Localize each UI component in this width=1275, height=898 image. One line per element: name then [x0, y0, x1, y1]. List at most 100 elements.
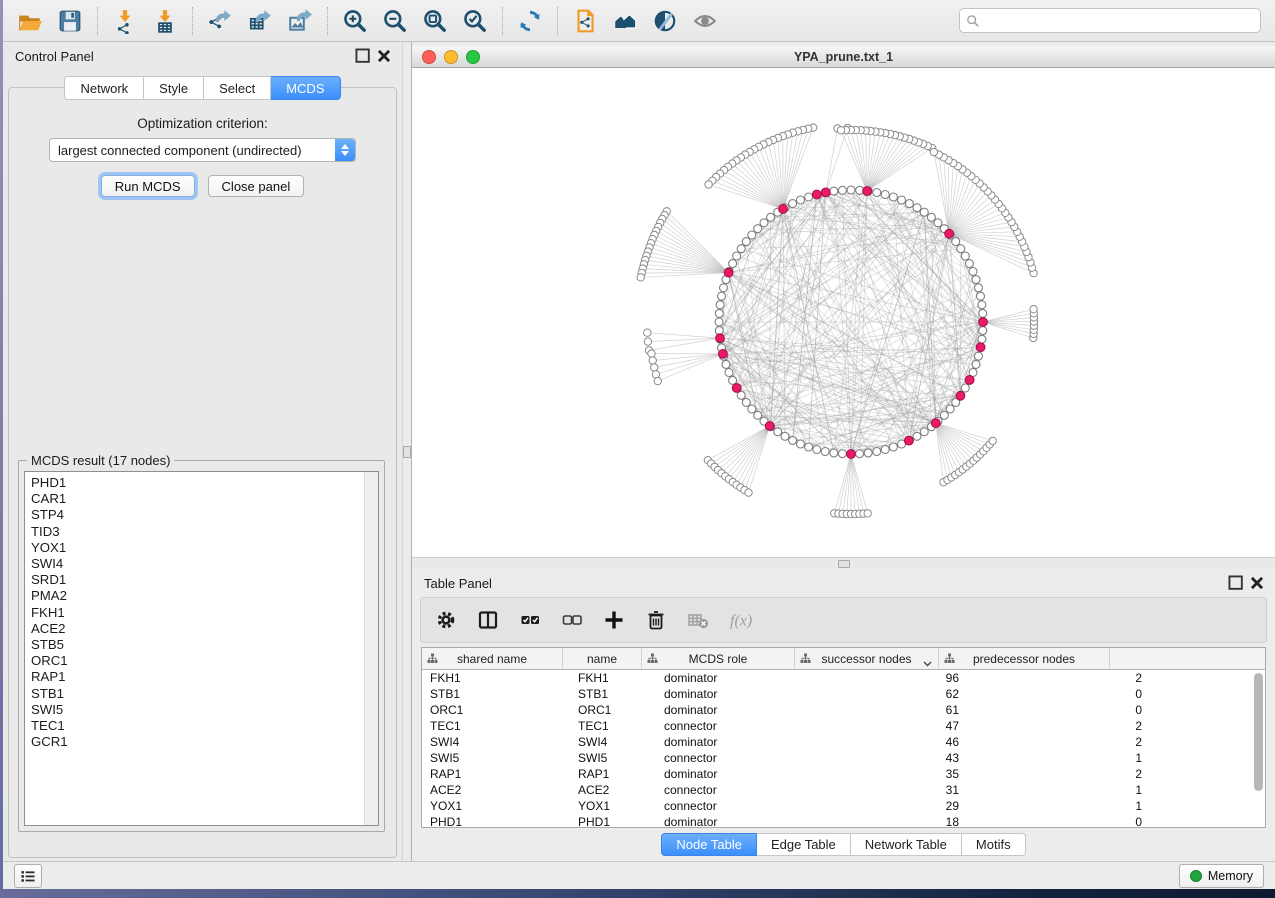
export-image-button[interactable]: [283, 5, 317, 37]
table-cell[interactable]: ORC1: [570, 703, 656, 717]
show-columns-button[interactable]: [475, 607, 501, 633]
table-cell[interactable]: connector: [656, 719, 816, 733]
zoom-fit-button[interactable]: [418, 5, 452, 37]
table-cell[interactable]: dominator: [656, 687, 816, 701]
tab-mcds[interactable]: MCDS: [271, 76, 340, 100]
result-list-item[interactable]: ORC1: [31, 653, 378, 669]
table-cell[interactable]: connector: [656, 751, 816, 765]
result-list-item[interactable]: SWI5: [31, 702, 378, 718]
export-table-button[interactable]: [243, 5, 277, 37]
table-cell[interactable]: dominator: [656, 815, 816, 828]
first-neighbors-button[interactable]: [608, 5, 642, 37]
table-row[interactable]: SWI5SWI5connector431: [422, 750, 1265, 766]
add-row-button[interactable]: [601, 607, 627, 633]
deselect-all-button[interactable]: [559, 607, 585, 633]
search-input[interactable]: [985, 13, 1254, 29]
result-list-item[interactable]: YOX1: [31, 540, 378, 556]
select-all-button[interactable]: [517, 607, 543, 633]
result-list-item[interactable]: PHD1: [31, 475, 378, 491]
result-list-item[interactable]: ACE2: [31, 621, 378, 637]
table-cell[interactable]: 2: [972, 767, 1155, 781]
tab-node-table[interactable]: Node Table: [661, 833, 757, 856]
table-cell[interactable]: FKH1: [422, 671, 570, 685]
close-panel-icon[interactable]: [1249, 575, 1265, 591]
table-cell[interactable]: SWI5: [422, 751, 570, 765]
table-cell[interactable]: 1: [972, 751, 1155, 765]
run-mcds-button[interactable]: Run MCDS: [101, 175, 195, 197]
table-cell[interactable]: FKH1: [570, 671, 656, 685]
table-cell[interactable]: 47: [816, 719, 972, 733]
horizontal-splitter[interactable]: [412, 557, 1275, 569]
table-cell[interactable]: 2: [972, 719, 1155, 733]
column-header-name[interactable]: name: [563, 648, 642, 669]
table-row[interactable]: PHD1PHD1dominator180: [422, 814, 1265, 828]
result-list-item[interactable]: TID3: [31, 524, 378, 540]
table-cell[interactable]: STB1: [570, 687, 656, 701]
table-scrollbar-thumb[interactable]: [1254, 673, 1263, 791]
search-box[interactable]: [959, 8, 1261, 33]
memory-button[interactable]: Memory: [1179, 864, 1264, 888]
table-cell[interactable]: PHD1: [422, 815, 570, 828]
tab-style[interactable]: Style: [144, 76, 204, 100]
table-cell[interactable]: 1: [972, 783, 1155, 797]
refresh-button[interactable]: [513, 5, 547, 37]
network-titlebar[interactable]: YPA_prune.txt_1: [412, 46, 1275, 68]
table-cell[interactable]: 0: [972, 815, 1155, 828]
splitter-grip-icon[interactable]: [403, 446, 411, 458]
import-network-button[interactable]: [108, 5, 142, 37]
table-cell[interactable]: RAP1: [570, 767, 656, 781]
splitter-grip-icon[interactable]: [838, 560, 850, 568]
table-cell[interactable]: 29: [816, 799, 972, 813]
result-list-item[interactable]: SRD1: [31, 572, 378, 588]
result-list-item[interactable]: SWI4: [31, 556, 378, 572]
table-cell[interactable]: 1: [972, 799, 1155, 813]
delete-row-button[interactable]: [643, 607, 669, 633]
table-cell[interactable]: TEC1: [570, 719, 656, 733]
table-row[interactable]: ORC1ORC1dominator610: [422, 702, 1265, 718]
table-cell[interactable]: 61: [816, 703, 972, 717]
table-cell[interactable]: 35: [816, 767, 972, 781]
table-row[interactable]: FKH1FKH1dominator962: [422, 670, 1265, 686]
close-panel-icon[interactable]: [376, 48, 392, 64]
new-network-from-selection-button[interactable]: [568, 5, 602, 37]
zoom-selected-button[interactable]: [458, 5, 492, 37]
table-cell[interactable]: YOX1: [570, 799, 656, 813]
result-list-item[interactable]: FKH1: [31, 605, 378, 621]
table-cell[interactable]: RAP1: [422, 767, 570, 781]
table-row[interactable]: ACE2ACE2connector311: [422, 782, 1265, 798]
table-cell[interactable]: ORC1: [422, 703, 570, 717]
save-session-button[interactable]: [53, 5, 87, 37]
table-cell[interactable]: 0: [972, 687, 1155, 701]
result-list-item[interactable]: PMA2: [31, 588, 378, 604]
open-file-button[interactable]: [13, 5, 47, 37]
table-cell[interactable]: dominator: [656, 767, 816, 781]
table-cell[interactable]: 46: [816, 735, 972, 749]
table-cell[interactable]: SWI5: [570, 751, 656, 765]
result-list-item[interactable]: RAP1: [31, 669, 378, 685]
table-cell[interactable]: 62: [816, 687, 972, 701]
export-network-button[interactable]: [203, 5, 237, 37]
table-cell[interactable]: 43: [816, 751, 972, 765]
result-list-item[interactable]: STB1: [31, 686, 378, 702]
table-cell[interactable]: PHD1: [570, 815, 656, 828]
table-cell[interactable]: dominator: [656, 735, 816, 749]
table-cell[interactable]: ACE2: [422, 783, 570, 797]
result-list-item[interactable]: STP4: [31, 507, 378, 523]
table-row[interactable]: YOX1YOX1connector291: [422, 798, 1265, 814]
float-panel-icon[interactable]: [355, 48, 371, 64]
tab-select[interactable]: Select: [204, 76, 271, 100]
tab-motifs[interactable]: Motifs: [962, 833, 1026, 856]
column-header-MCDS-role[interactable]: MCDS role: [642, 648, 795, 669]
result-list-item[interactable]: GCR1: [31, 734, 378, 750]
vertical-splitter[interactable]: [402, 42, 412, 861]
table-cell[interactable]: connector: [656, 799, 816, 813]
table-cell[interactable]: 96: [816, 671, 972, 685]
zoom-in-button[interactable]: [338, 5, 372, 37]
table-cell[interactable]: dominator: [656, 703, 816, 717]
settings-button[interactable]: [433, 607, 459, 633]
table-cell[interactable]: 18: [816, 815, 972, 828]
table-cell[interactable]: 31: [816, 783, 972, 797]
result-list-item[interactable]: CAR1: [31, 491, 378, 507]
result-list-scrollbar[interactable]: [364, 472, 378, 825]
graphics-details-button[interactable]: [648, 5, 682, 37]
